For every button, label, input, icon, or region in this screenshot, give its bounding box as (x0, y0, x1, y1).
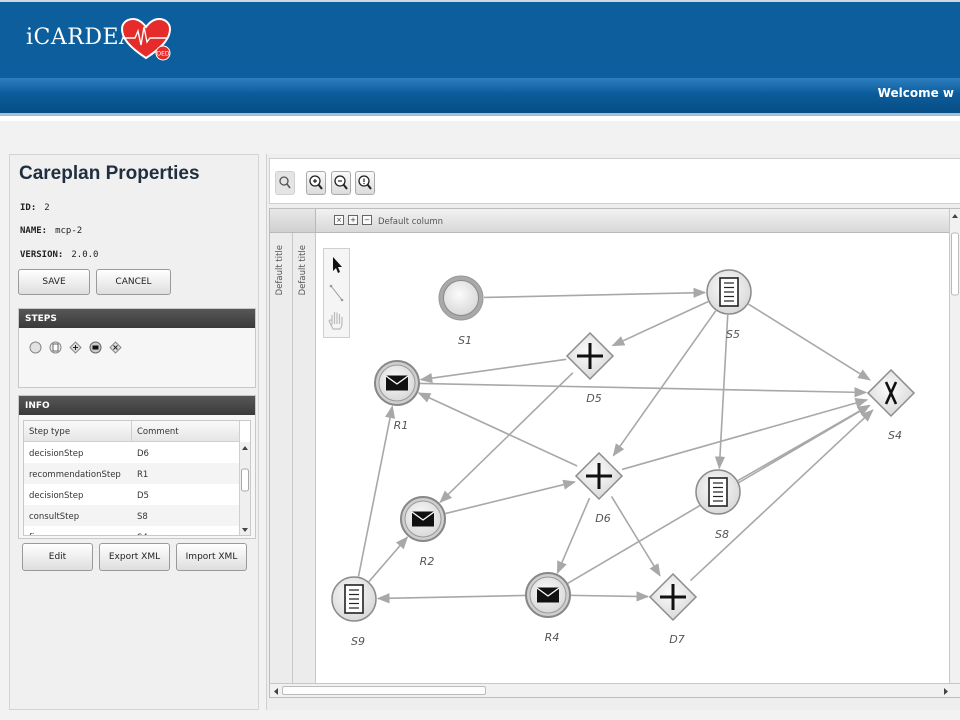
comment-cell: S8 (137, 512, 148, 522)
node-label: D7 (669, 633, 684, 646)
zoom-in-icon (309, 175, 323, 190)
steps-section: STEPS (18, 308, 256, 388)
lane-title[interactable]: Default title (275, 245, 285, 295)
info-section: INFO Step type Comment decisionStep D6 r… (18, 395, 256, 539)
edit-button[interactable]: Edit (22, 543, 93, 571)
import-xml-button[interactable]: Import XML (176, 543, 247, 571)
info-table: Step type Comment decisionStep D6 recomm… (23, 420, 251, 536)
heart-logo-icon: OED (120, 18, 172, 61)
careplan-properties-panel: Careplan Properties ID: 2 NAME: mcp-2 VERS… (9, 154, 259, 710)
pointer-icon[interactable] (333, 257, 342, 273)
node-label: S1 (458, 334, 472, 347)
column-header-corner (270, 209, 316, 233)
id-row: ID: 2 (20, 203, 50, 213)
table-row[interactable]: consultStep S8 (24, 505, 240, 526)
start-node-icon (443, 280, 479, 316)
horizontal-scroll-thumb[interactable] (282, 686, 486, 695)
nav-bar (0, 78, 960, 116)
name-label: NAME: (20, 226, 48, 236)
zoom-toolbar (269, 158, 960, 204)
column-header: × + − Default column (316, 209, 952, 233)
node-label: R4 (545, 631, 560, 644)
zoom-fit-button[interactable] (355, 171, 375, 195)
start-step-icon[interactable] (29, 341, 42, 354)
node-label: R2 (420, 555, 435, 568)
close-column-icon[interactable]: × (334, 215, 344, 225)
save-button[interactable]: SAVE (18, 269, 90, 295)
zoom-in-button[interactable] (306, 171, 326, 195)
remove-column-icon[interactable]: − (362, 215, 372, 225)
select-zoom-icon (279, 176, 291, 189)
version-label: VERSION: (20, 250, 64, 260)
pan-hand-icon[interactable] (328, 312, 343, 330)
node-label: R1 (394, 419, 409, 432)
node-label: D5 (586, 392, 601, 405)
vertical-scrollbar[interactable] (949, 209, 960, 683)
steps-icon-row (29, 341, 122, 354)
scrollbar-arrows-icon (241, 446, 249, 532)
name-value: mcp-2 (55, 226, 83, 236)
node-label: S8 (715, 528, 729, 541)
lane-2: Default title (293, 233, 316, 683)
app-header: iCARDEA OED (0, 0, 960, 78)
steps-header: STEPS (19, 309, 255, 328)
content-divider (0, 119, 960, 121)
table-row[interactable]: decisionStep D6 (24, 442, 240, 463)
cancel-button[interactable]: CANCEL (96, 269, 171, 295)
palette-icons (328, 257, 344, 330)
step-type-cell: consultStep (29, 512, 80, 522)
horizontal-scrollbar[interactable] (270, 683, 960, 697)
zoom-fit-icon (358, 175, 372, 190)
comment-cell: S4 (137, 533, 148, 535)
version-row: VERSION: 2.0.0 (20, 250, 98, 260)
zoom-out-button[interactable] (331, 171, 351, 195)
node-label: S9 (351, 635, 365, 648)
node-label: S5 (726, 328, 740, 341)
node-label: D6 (595, 512, 610, 525)
svg-text:OED: OED (156, 51, 170, 58)
step-type-cell: recommendationStep (29, 470, 121, 480)
column-header-step-type[interactable]: Step type (24, 421, 132, 442)
column-header-comment[interactable]: Comment (132, 421, 240, 442)
id-label: ID: (20, 203, 37, 213)
select-zoom-button[interactable] (275, 171, 295, 195)
zoom-out-icon (334, 175, 348, 190)
table-row[interactable]: recommendationStep R1 (24, 463, 240, 484)
recommendation-step-icon[interactable] (89, 341, 102, 354)
info-header: INFO (19, 396, 255, 415)
add-column-icon[interactable]: + (348, 215, 358, 225)
vertical-scroll-arrows-icon (951, 214, 959, 296)
comment-cell: R1 (137, 470, 149, 480)
consult-step-icon[interactable] (49, 341, 62, 354)
lane-1: Default title (270, 233, 293, 683)
export-xml-button[interactable]: Export XML (99, 543, 170, 571)
app-logo-text: iCARDEA (26, 25, 136, 50)
step-type-cell: decisionStep (29, 449, 84, 459)
id-value: 2 (44, 203, 50, 213)
name-row: NAME: mcp-2 (20, 226, 82, 236)
lane-title[interactable]: Default title (298, 245, 308, 295)
decision-step-icon[interactable] (69, 341, 82, 354)
step-type-cell: decisionStep (29, 491, 84, 501)
comment-cell: D6 (137, 449, 149, 459)
table-row[interactable]: fi... S4 (24, 526, 240, 535)
welcome-text: Welcome w (877, 86, 954, 100)
connector-icon[interactable] (329, 284, 344, 302)
info-table-scrollbar[interactable] (239, 442, 250, 535)
column-title[interactable]: Default column (378, 217, 443, 227)
step-type-cell: fi... (29, 533, 42, 535)
version-value: 2.0.0 (71, 250, 99, 260)
panel-title: Careplan Properties (19, 163, 200, 184)
comment-cell: D5 (137, 491, 149, 501)
table-row[interactable]: decisionStep D5 (24, 484, 240, 505)
node-label: S4 (888, 429, 902, 442)
tool-palette (323, 248, 350, 338)
end-step-icon[interactable] (109, 341, 122, 354)
careplan-editor: × + − Default column Default title Defau… (266, 154, 960, 710)
